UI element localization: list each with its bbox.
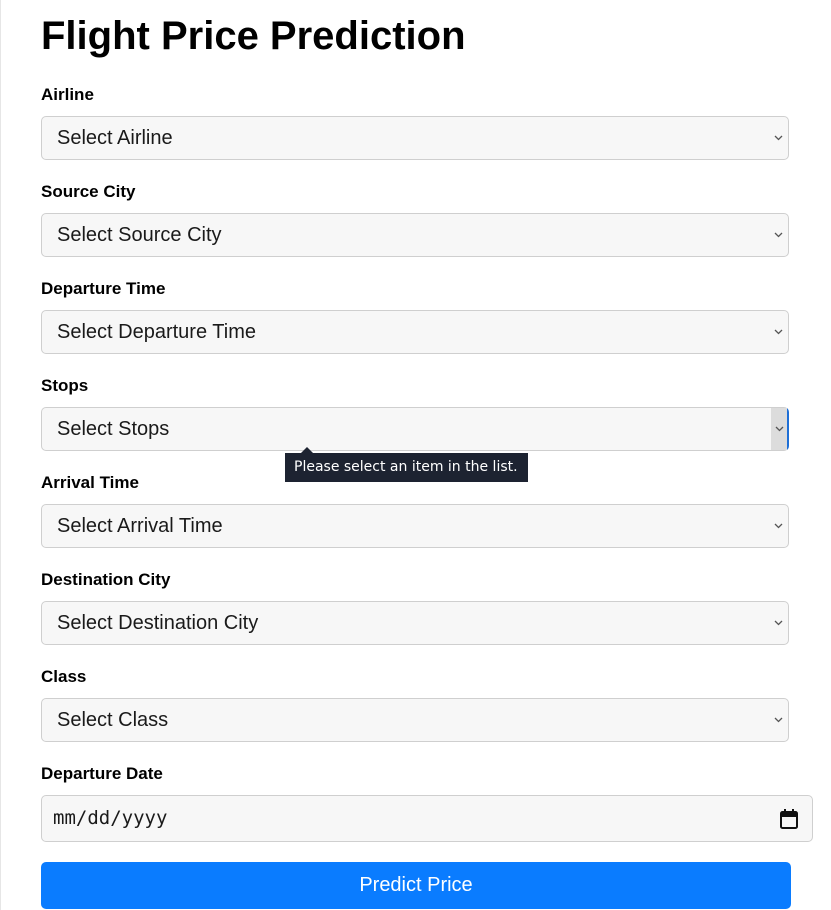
source-city-label: Source City bbox=[41, 182, 136, 201]
airline-label: Airline bbox=[41, 85, 94, 104]
class-select[interactable]: Select Class bbox=[41, 698, 789, 742]
airline-select[interactable]: Select Airline bbox=[41, 116, 789, 160]
destination-city-select-value: Select Destination City bbox=[57, 612, 259, 634]
chevron-down-icon bbox=[771, 117, 785, 159]
arrival-time-select-value: Select Arrival Time bbox=[57, 515, 223, 537]
destination-city-label: Destination City bbox=[41, 570, 171, 589]
class-select-value: Select Class bbox=[57, 709, 169, 731]
departure-time-label: Departure Time bbox=[41, 279, 166, 298]
class-label: Class bbox=[41, 667, 87, 686]
source-city-select[interactable]: Select Source City bbox=[41, 213, 789, 257]
stops-label: Stops bbox=[41, 376, 89, 395]
departure-time-select-value: Select Departure Time bbox=[57, 321, 256, 343]
departure-time-select[interactable]: Select Departure Time bbox=[41, 310, 789, 354]
arrival-time-select[interactable]: Select Arrival Time bbox=[41, 504, 789, 548]
page-title: Flight Price Prediction bbox=[41, 14, 466, 58]
source-city-select-value: Select Source City bbox=[57, 224, 222, 246]
departure-date-input[interactable]: mm/dd/yyyy bbox=[41, 795, 813, 842]
chevron-down-icon bbox=[771, 505, 785, 547]
predict-price-button[interactable]: Predict Price bbox=[41, 862, 791, 909]
calendar-icon[interactable] bbox=[779, 808, 799, 830]
validation-tooltip: Please select an item in the list. bbox=[285, 447, 528, 482]
stops-select[interactable]: Select Stops bbox=[41, 407, 789, 451]
airline-select-value: Select Airline bbox=[57, 127, 173, 149]
validation-tooltip-text: Please select an item in the list. bbox=[294, 459, 518, 475]
chevron-down-icon bbox=[771, 408, 787, 450]
departure-date-label: Departure Date bbox=[41, 764, 163, 783]
chevron-down-icon bbox=[771, 699, 785, 741]
chevron-down-icon bbox=[771, 311, 785, 353]
stops-select-value: Select Stops bbox=[57, 418, 170, 440]
page-edge bbox=[0, 0, 1, 910]
departure-date-placeholder[interactable]: mm/dd/yyyy bbox=[53, 796, 167, 841]
arrival-time-label: Arrival Time bbox=[41, 473, 139, 492]
tooltip-caret bbox=[301, 447, 313, 453]
destination-city-select[interactable]: Select Destination City bbox=[41, 601, 789, 645]
chevron-down-icon bbox=[771, 602, 785, 644]
chevron-down-icon bbox=[771, 214, 785, 256]
